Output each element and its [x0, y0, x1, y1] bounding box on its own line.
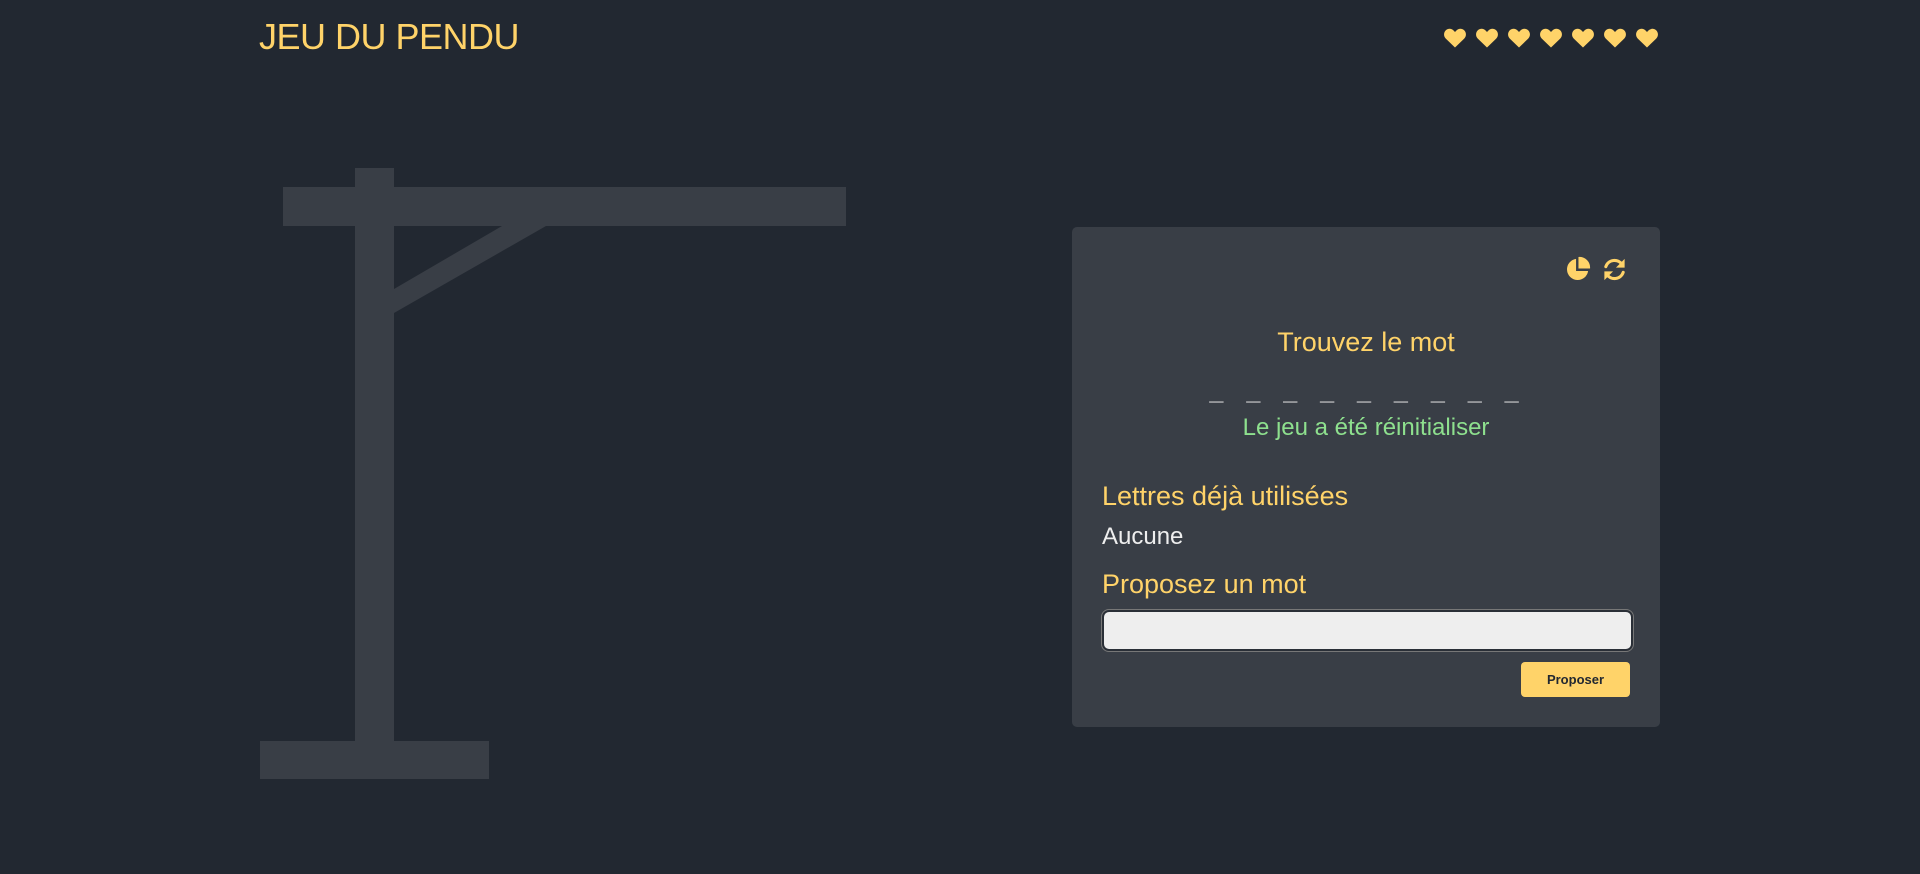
gallows-post [355, 168, 394, 741]
pie-chart-icon[interactable] [1564, 256, 1591, 283]
lives-indicator [1443, 26, 1659, 50]
used-letters-value: Aucune [1102, 523, 1184, 550]
heart-icon [1604, 28, 1626, 48]
card-heading: Trouvez le mot [1277, 327, 1455, 357]
status-message: Le jeu a été réinitialiser [1242, 414, 1490, 441]
propose-button[interactable]: Proposer [1521, 662, 1630, 697]
heart-icon [1540, 28, 1562, 48]
heart-icon [1476, 28, 1498, 48]
heart-icon [1572, 28, 1594, 48]
app-title: JEU DU PENDU [259, 16, 520, 57]
game-panel: Trouvez le mot _ _ _ _ _ _ _ _ _ Le jeu … [1072, 227, 1660, 727]
heart-icon [1636, 28, 1658, 48]
propose-word-label: Proposez un mot [1102, 569, 1307, 599]
word-guess-input[interactable] [1101, 609, 1634, 652]
panel-toolbar [1564, 256, 1628, 283]
heart-icon [1508, 28, 1530, 48]
refresh-icon[interactable] [1601, 256, 1628, 283]
hidden-word: _ _ _ _ _ _ _ _ _ [1209, 375, 1523, 403]
gallows-base [260, 741, 489, 779]
used-letters-label: Lettres déjà utilisées [1102, 481, 1349, 511]
gallows-beam [283, 187, 846, 226]
heart-icon [1444, 28, 1466, 48]
gallows-brace [394, 226, 546, 313]
